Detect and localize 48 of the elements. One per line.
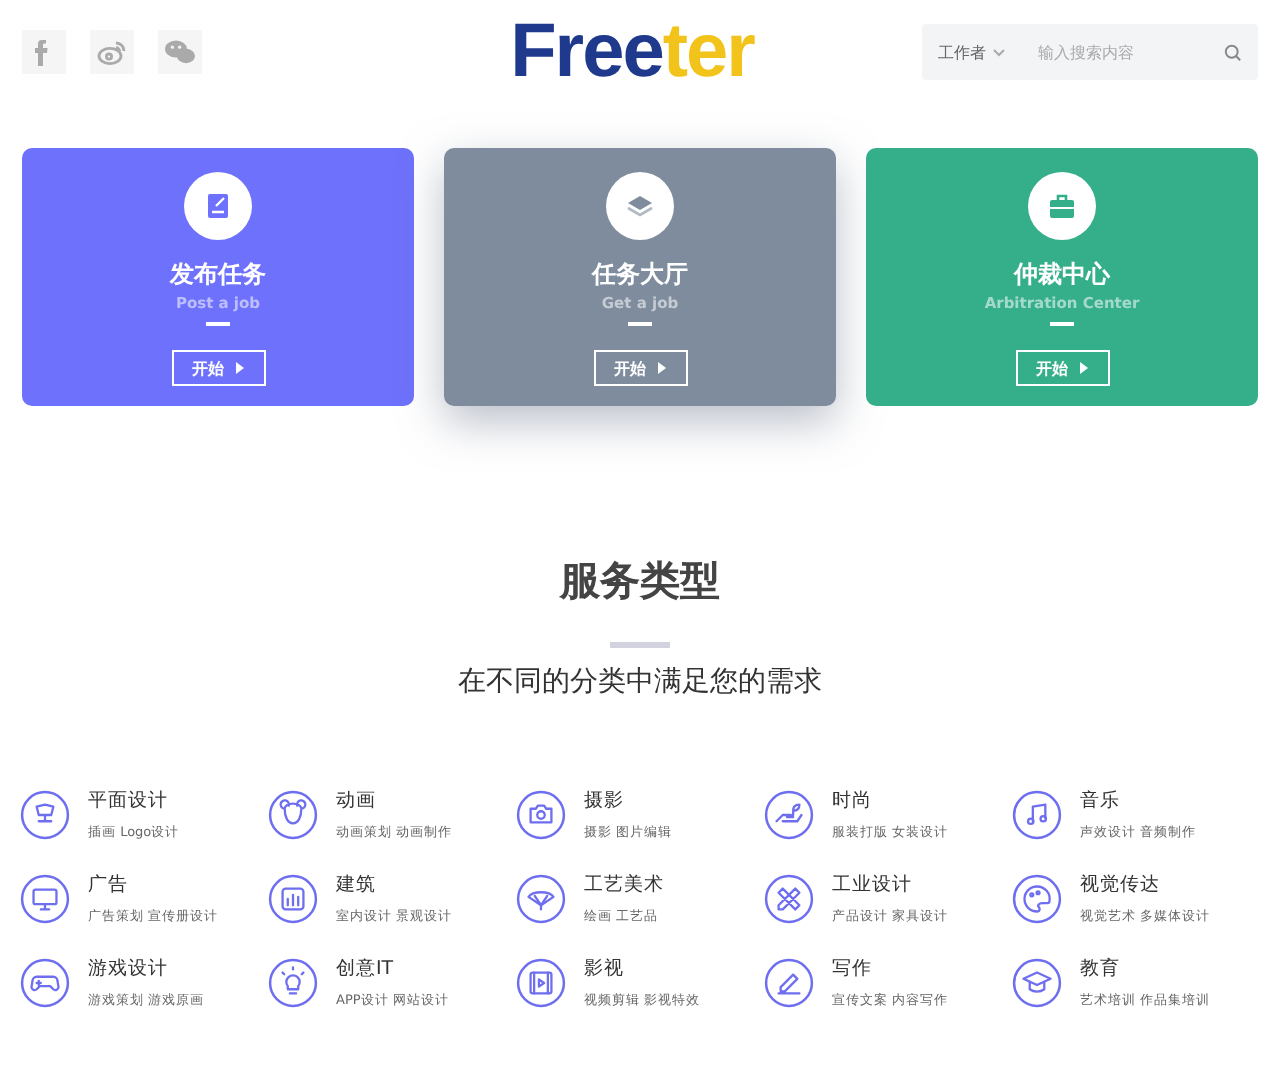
- fan-icon[interactable]: [516, 874, 566, 924]
- card-title: 发布任务: [170, 258, 266, 292]
- service-title[interactable]: 动画: [336, 788, 453, 814]
- play-icon: [1080, 362, 1088, 374]
- layers-icon: [606, 172, 674, 240]
- play-icon: [236, 362, 244, 374]
- service-title[interactable]: 视觉传达: [1080, 872, 1211, 898]
- service-title[interactable]: 平面设计: [88, 788, 180, 814]
- service-title[interactable]: 工业设计: [832, 872, 949, 898]
- service-title[interactable]: 时尚: [832, 788, 949, 814]
- service-title[interactable]: 摄影: [584, 788, 673, 814]
- hand-plant-icon[interactable]: [764, 790, 814, 840]
- chevron-down-icon: [991, 47, 1006, 57]
- service-title[interactable]: 工艺美术: [584, 872, 664, 898]
- pencil-ruler-icon[interactable]: [764, 874, 814, 924]
- pen-nib-icon[interactable]: [20, 790, 70, 840]
- film-play-icon[interactable]: [516, 958, 566, 1008]
- bear-icon[interactable]: [268, 790, 318, 840]
- document-pen-icon: [184, 172, 252, 240]
- section-title: 服务类型: [560, 554, 720, 608]
- f-logo-icon[interactable]: [22, 30, 66, 74]
- service-title[interactable]: 建筑: [336, 872, 453, 898]
- music-note-icon[interactable]: [1012, 790, 1062, 840]
- toolbox-icon: [1028, 172, 1096, 240]
- service-title[interactable]: 影视: [584, 956, 701, 982]
- service-title[interactable]: 音乐: [1080, 788, 1197, 814]
- palette-icon[interactable]: [1012, 874, 1062, 924]
- logo[interactable]: Freeter: [510, 9, 754, 95]
- service-title[interactable]: 游戏设计: [88, 956, 205, 982]
- category-dropdown[interactable]: 工作者: [937, 41, 1006, 63]
- card-title: 任务大厅: [592, 258, 688, 292]
- start-button[interactable]: 开始: [171, 350, 265, 386]
- gamepad-icon[interactable]: [20, 958, 70, 1008]
- camera-icon[interactable]: [516, 790, 566, 840]
- service-title[interactable]: 教育: [1080, 956, 1211, 982]
- graduation-cap-icon[interactable]: [1012, 958, 1062, 1008]
- service-title[interactable]: 创意IT: [336, 956, 449, 982]
- search-field[interactable]: 输入搜索内容: [1033, 41, 1202, 63]
- service-title[interactable]: 写作: [832, 956, 949, 982]
- light-bulb-icon[interactable]: [268, 958, 318, 1008]
- service-title[interactable]: 广告: [88, 872, 219, 898]
- chat-bubbles-icon[interactable]: [158, 30, 202, 74]
- play-icon: [658, 362, 666, 374]
- section-subtitle: 在不同的分类中满足您的需求: [458, 664, 822, 700]
- card-title: 仲裁中心: [1014, 258, 1110, 292]
- eye-logo-icon[interactable]: [90, 30, 134, 74]
- search-icon[interactable]: [1223, 43, 1242, 61]
- bar-chart-icon[interactable]: [268, 874, 318, 924]
